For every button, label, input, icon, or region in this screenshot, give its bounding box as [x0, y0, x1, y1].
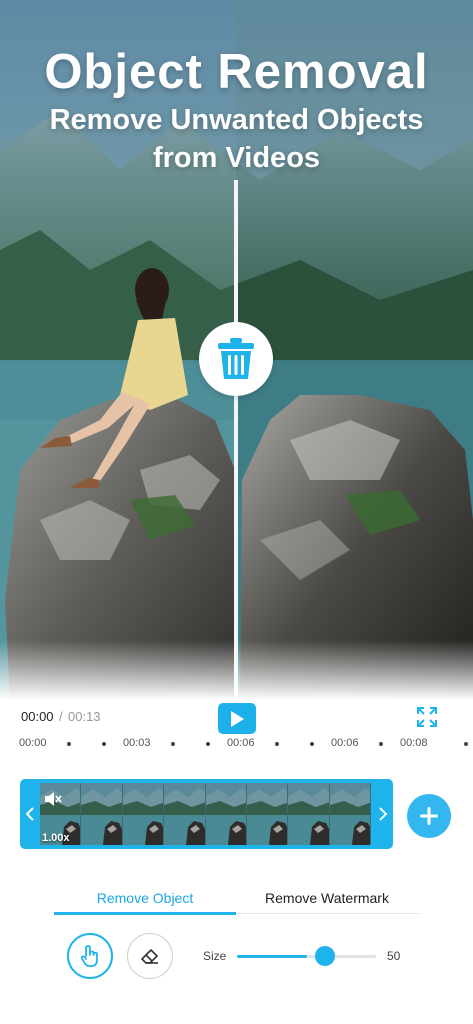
clip-frame — [246, 783, 289, 845]
ruler-tick — [171, 742, 175, 746]
active-tab-indicator — [54, 912, 236, 915]
chevron-left-icon — [26, 807, 34, 821]
fullscreen-icon — [417, 707, 437, 727]
ruler-tick — [464, 742, 468, 746]
hero-fade — [0, 640, 473, 700]
plus-icon — [420, 807, 438, 825]
time-ruler[interactable]: 00:00 00:03 00:06 00:06 00:08 — [0, 737, 473, 753]
compare-divider[interactable] — [234, 180, 238, 700]
total-time: 00:13 — [68, 709, 101, 724]
hero-preview: Object Removal Remove Unwanted Objects f… — [0, 0, 473, 700]
ruler-label: 00:00 — [19, 737, 47, 749]
time-separator: / — [59, 709, 63, 724]
ruler-label: 00:08 — [400, 737, 428, 749]
ruler-tick — [275, 742, 279, 746]
clip-speed: 1.00x — [42, 832, 70, 844]
hero-subtitle-line2: from Videos — [152, 142, 321, 174]
brush-size-fill — [237, 955, 307, 958]
play-icon — [231, 710, 244, 727]
chevron-right-icon — [379, 807, 387, 821]
hero-subtitle-line1: Remove Unwanted Objects — [49, 104, 424, 136]
hero-title: Object Removal — [44, 45, 429, 99]
mute-icon[interactable] — [44, 791, 62, 807]
ruler-tick — [379, 742, 383, 746]
ruler-tick — [310, 742, 314, 746]
eraser-tool-button[interactable] — [127, 933, 173, 979]
ruler-tick — [67, 742, 71, 746]
ruler-label: 00:03 — [123, 737, 151, 749]
clip-frame — [164, 783, 206, 845]
clip-frame — [288, 783, 330, 845]
compare-handle[interactable] — [199, 322, 273, 396]
clip-frame — [205, 783, 247, 845]
tab-remove-object[interactable]: Remove Object — [54, 890, 236, 906]
brush-size-value: 50 — [387, 949, 401, 963]
eraser-icon — [141, 949, 158, 964]
ruler-tick — [206, 742, 210, 746]
clip-frames[interactable] — [40, 783, 371, 845]
clip-trim-left-handle[interactable] — [20, 779, 40, 849]
brush-size-label: Size — [203, 949, 227, 963]
ruler-tick — [102, 742, 106, 746]
trash-icon — [218, 338, 254, 379]
clip-trim-right-handle[interactable] — [373, 779, 393, 849]
clip-frame — [329, 783, 371, 845]
clip-frame — [122, 783, 165, 845]
clip-frame — [81, 783, 123, 845]
add-clip-button[interactable] — [407, 794, 451, 838]
ruler-label: 00:06 — [227, 737, 255, 749]
play-button[interactable] — [218, 703, 256, 734]
current-time: 00:00 — [21, 709, 54, 724]
ruler-label: 00:06 — [331, 737, 359, 749]
tab-remove-watermark[interactable]: Remove Watermark — [236, 890, 418, 906]
fullscreen-button[interactable] — [416, 706, 438, 728]
hero-subtitle: Remove Unwanted Objects from Videos — [0, 101, 473, 177]
finger-tool-button[interactable] — [67, 933, 113, 979]
finger-touch-icon — [80, 945, 98, 967]
brush-size-thumb[interactable] — [314, 946, 335, 966]
